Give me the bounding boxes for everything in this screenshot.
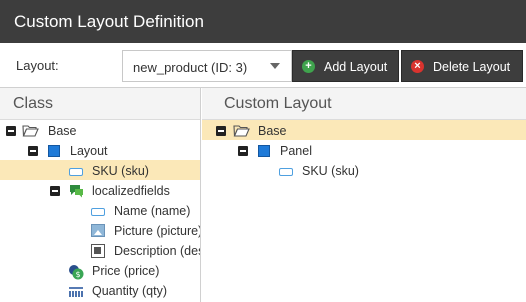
tree-node-label: Base <box>258 124 287 138</box>
collapse-toggle-icon[interactable] <box>216 126 226 136</box>
input-icon <box>279 168 293 176</box>
quantity-icon <box>69 287 83 297</box>
svg-text:$: $ <box>75 270 80 279</box>
tree-node-sku[interactable]: SKU (sku) <box>0 160 200 180</box>
tree-node-picture[interactable]: Picture (picture) <box>0 220 200 240</box>
tree-node-label: Picture (picture) <box>114 224 201 238</box>
custom-layout-panel: Custom Layout Base Panel SKU (sku) <box>202 88 526 302</box>
tree-node-layout[interactable]: Layout <box>0 140 200 160</box>
add-layout-button[interactable]: + Add Layout <box>292 50 399 82</box>
tree-node-name[interactable]: Name (name) <box>0 200 200 220</box>
toolbar: Layout: new_product (ID: 3) + Add Layout… <box>0 43 526 88</box>
collapse-toggle-icon[interactable] <box>50 186 60 196</box>
layout-select-value: new_product (ID: 3) <box>133 60 248 75</box>
collapse-toggle-icon[interactable] <box>238 146 248 156</box>
layout-select[interactable]: new_product (ID: 3) <box>122 50 292 82</box>
delete-layout-label: Delete Layout <box>433 60 511 74</box>
tree-node-label: Base <box>48 124 77 138</box>
tree-node-label: SKU (sku) <box>92 164 149 178</box>
folder-icon <box>22 125 39 137</box>
layout-tree-node-base[interactable]: Base <box>202 120 526 140</box>
delete-layout-button[interactable]: × Delete Layout <box>401 50 523 82</box>
delete-icon: × <box>411 60 424 73</box>
tree-node-localizedfields[interactable]: localizedfields <box>0 180 200 200</box>
chevron-down-icon[interactable] <box>259 51 291 81</box>
image-icon <box>91 224 105 237</box>
folder-icon <box>233 125 250 137</box>
collapse-toggle-icon[interactable] <box>28 146 38 156</box>
class-panel: Class Base Layout SKU (sku) localizedfie… <box>0 88 201 302</box>
tree-node-label: Quantity (qty) <box>92 284 168 298</box>
layout-tree-node-sku[interactable]: SKU (sku) <box>202 160 526 180</box>
add-layout-label: Add Layout <box>324 60 388 74</box>
localized-icon <box>70 185 83 198</box>
tree-node-label: Name (name) <box>114 204 191 218</box>
tree-node-base[interactable]: Base <box>0 120 200 140</box>
tree-node-label: Price (price) <box>92 264 160 278</box>
layout-tree-node-panel[interactable]: Panel <box>202 140 526 160</box>
window-title: Custom Layout Definition <box>0 0 526 43</box>
price-icon: $ <box>69 265 84 280</box>
custom-layout-panel-title: Custom Layout <box>224 95 332 112</box>
input-icon <box>91 208 105 216</box>
panel-icon <box>258 145 270 157</box>
tree-node-label: SKU (sku) <box>302 164 359 178</box>
input-icon <box>69 168 83 176</box>
tree-node-description[interactable]: Description (description) <box>0 240 200 260</box>
class-panel-header: Class <box>0 88 200 120</box>
tree-node-label: Layout <box>70 144 108 158</box>
tree-node-label: localizedfields <box>92 184 170 198</box>
layout-label: Layout: <box>16 58 59 73</box>
class-panel-title: Class <box>13 95 54 112</box>
tree-node-label: Description (description) <box>114 244 200 258</box>
tree-node-price[interactable]: $ Price (price) <box>0 260 200 280</box>
plus-icon: + <box>302 60 315 73</box>
tree-node-quantity[interactable]: Quantity (qty) <box>0 280 200 300</box>
tree-node-label: Panel <box>280 144 312 158</box>
collapse-toggle-icon[interactable] <box>6 126 16 136</box>
panel-icon <box>48 145 60 157</box>
wysiwyg-icon <box>91 244 105 258</box>
custom-layout-panel-header: Custom Layout <box>202 88 526 120</box>
